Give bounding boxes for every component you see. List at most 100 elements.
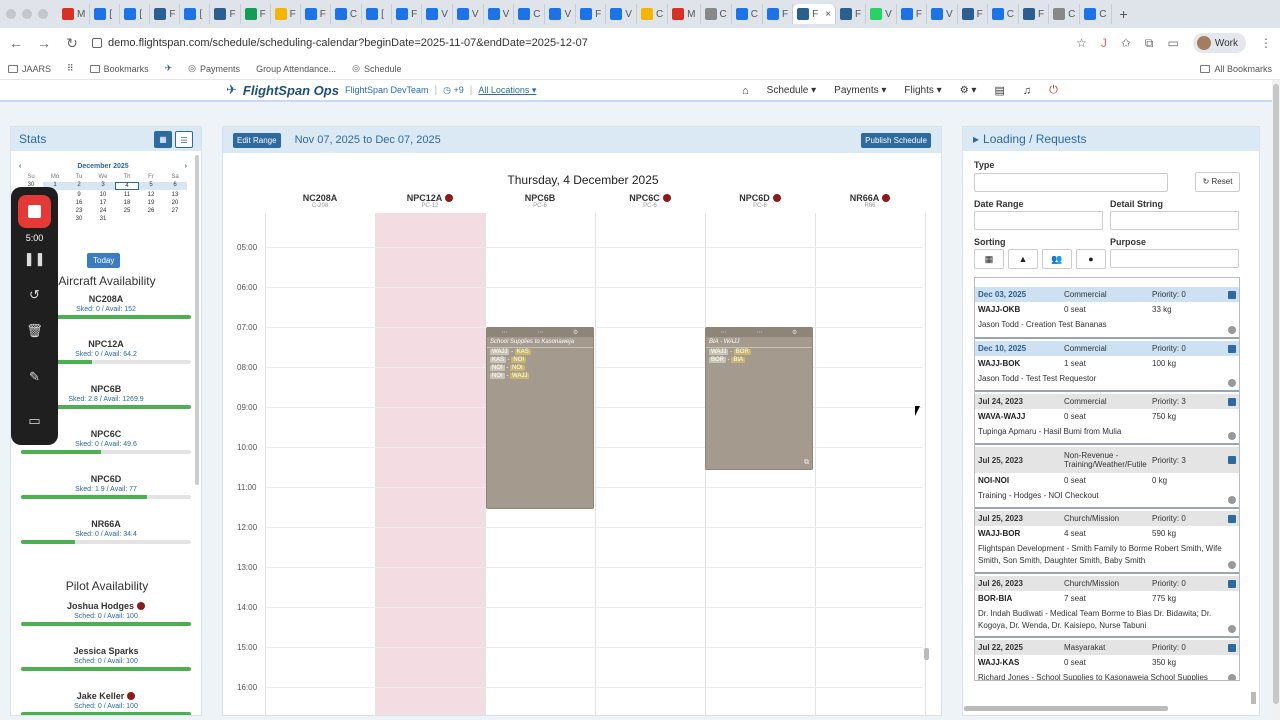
- request-card[interactable]: Dec 03, 2025 Commercial Priority: 0 WAJJ-OK…: [975, 287, 1239, 339]
- stats-scrollbar[interactable]: [195, 155, 199, 485]
- camera-icon[interactable]: ▭: [11, 413, 58, 429]
- calendar-day[interactable]: 31: [91, 216, 115, 222]
- open-external-icon[interactable]: ⧉: [804, 459, 809, 467]
- calendar-day[interactable]: 20: [163, 200, 187, 206]
- stop-recording-button[interactable]: [18, 195, 51, 228]
- calendar-day[interactable]: 17: [91, 200, 115, 206]
- browser-tab[interactable]: C: [988, 4, 1019, 24]
- calendar-day[interactable]: 23: [67, 208, 91, 214]
- request-card[interactable]: Jul 25, 2023 Non-Revenue - Training/Weath…: [975, 447, 1239, 509]
- browser-tab[interactable]: F: [763, 4, 794, 24]
- menu-payments[interactable]: Payments ▾: [834, 85, 886, 96]
- sort-people-icon[interactable]: 👥: [1042, 249, 1072, 269]
- browser-tab[interactable]: C: [514, 4, 546, 24]
- browser-tab[interactable]: F: [271, 4, 301, 24]
- sort-calendar-icon[interactable]: ▦: [974, 249, 1004, 269]
- request-checkbox[interactable]: [1228, 344, 1236, 353]
- browser-tab[interactable]: C: [732, 4, 763, 24]
- app-brand[interactable]: FlightSpan Ops: [243, 83, 339, 98]
- browser-tab[interactable]: M: [58, 4, 91, 24]
- request-card[interactable]: Jul 25, 2023 Church/Mission Priority: 0 WAJ…: [975, 511, 1239, 574]
- bookmark-bookmarks[interactable]: Bookmarks: [89, 64, 149, 74]
- browser-tab[interactable]: [: [120, 4, 151, 24]
- browser-tab[interactable]: [: [180, 4, 211, 24]
- aircraft-column-header[interactable]: NPC6D PC-6: [705, 193, 815, 209]
- apps-icon[interactable]: ⠿: [67, 63, 74, 74]
- calendar-day[interactable]: [163, 216, 187, 222]
- requests-horizontal-scrollbar[interactable]: [964, 706, 1168, 711]
- draw-icon[interactable]: ✎: [11, 369, 58, 385]
- edit-range-button[interactable]: Edit Range: [233, 132, 281, 148]
- locations-dropdown[interactable]: All Locations ▾: [478, 85, 536, 96]
- flight-event[interactable]: ⋯ ⋯ ⚙ School Supplies to Kasonaweja WAJJ -…: [486, 327, 594, 509]
- request-checkbox[interactable]: [1228, 579, 1236, 588]
- today-button[interactable]: Today: [87, 253, 121, 268]
- info-icon[interactable]: [1228, 674, 1236, 680]
- browser-tab[interactable]: [: [362, 4, 393, 24]
- close-tab-icon[interactable]: ×: [825, 9, 831, 20]
- sidebar-icon[interactable]: ▭: [1168, 36, 1179, 50]
- request-checkbox[interactable]: [1228, 643, 1236, 652]
- new-tab-button[interactable]: +: [1120, 6, 1128, 22]
- calendar-day[interactable]: 26: [139, 208, 163, 214]
- browser-tab[interactable]: [: [90, 4, 121, 24]
- bookmark-payments[interactable]: ◎ Payments: [188, 63, 240, 74]
- flightspan-logo-icon[interactable]: ✈: [226, 82, 237, 98]
- availability-item[interactable]: Jake Keller Sched: 0 / Avail: 100: [21, 691, 191, 715]
- reset-button[interactable]: ↻ Reset: [1195, 172, 1240, 192]
- calendar-scrollbar[interactable]: [924, 648, 929, 660]
- bookmark-group-attendance[interactable]: Group Attendance...: [256, 64, 336, 74]
- request-card[interactable]: Jul 26, 2023 Church/Mission Priority: 0 BOR…: [975, 576, 1239, 638]
- request-checkbox[interactable]: [1228, 456, 1236, 464]
- browser-tab[interactable]: C: [701, 4, 732, 24]
- browser-tab[interactable]: F: [392, 4, 423, 24]
- event-toolbar[interactable]: ⋯ ⋯ ⚙: [487, 328, 593, 337]
- site-info-icon[interactable]: [92, 38, 102, 48]
- availability-item[interactable]: Joshua Hodges Sched: 0 / Avail: 100: [21, 601, 191, 626]
- reload-icon[interactable]: ↻: [64, 35, 80, 52]
- browser-tab[interactable]: F: [301, 4, 331, 24]
- type-input[interactable]: [974, 173, 1168, 192]
- browser-tab[interactable]: V: [606, 4, 637, 24]
- menu-schedule[interactable]: Schedule ▾: [767, 85, 817, 96]
- browser-tab[interactable]: V: [484, 4, 515, 24]
- browser-tab[interactable]: F: [150, 4, 181, 24]
- request-card[interactable]: Jul 24, 2023 Commercial Priority: 3 WAVA-WA…: [975, 394, 1239, 445]
- availability-item[interactable]: NPC6D Sked: 1.9 / Avail: 77: [21, 474, 191, 499]
- calendar-day[interactable]: 25: [115, 208, 139, 214]
- menu-settings[interactable]: ⚙ ▾: [960, 85, 977, 96]
- calendar-day[interactable]: 11: [115, 192, 139, 198]
- browser-tab[interactable]: F: [576, 4, 607, 24]
- info-icon[interactable]: [1228, 432, 1236, 440]
- calendar-day[interactable]: 4: [115, 182, 139, 190]
- request-list[interactable]: Dec 03, 2025 Commercial Priority: 0 WAJJ-OK…: [974, 277, 1240, 681]
- availability-item[interactable]: Jessica Sparks Sched: 0 / Avail: 100: [21, 646, 191, 671]
- browser-tab[interactable]: F: [1019, 4, 1050, 24]
- page-scrollbar[interactable]: [1272, 80, 1280, 720]
- info-icon[interactable]: [1228, 561, 1236, 569]
- calendar-day[interactable]: 13: [163, 192, 187, 198]
- browser-tab[interactable]: C: [1080, 4, 1112, 24]
- browser-tab[interactable]: V: [927, 4, 958, 24]
- window-controls[interactable]: [6, 9, 48, 19]
- detail-string-input[interactable]: [1110, 211, 1239, 230]
- calendar-day[interactable]: 27: [163, 208, 187, 214]
- extension-icon[interactable]: J: [1101, 36, 1107, 50]
- bookmark-jaars[interactable]: JAARS: [8, 64, 51, 74]
- browser-tab[interactable]: V: [545, 4, 577, 24]
- browser-tab[interactable]: F: [958, 4, 988, 24]
- browser-tab[interactable]: C: [331, 4, 363, 24]
- month-label[interactable]: December 2025: [77, 163, 128, 170]
- extensions-puzzle-icon[interactable]: ⧉: [1145, 36, 1154, 51]
- calendar-day[interactable]: 19: [139, 200, 163, 206]
- calendar-day[interactable]: 6: [163, 182, 187, 190]
- prev-month-icon[interactable]: ‹: [19, 163, 21, 170]
- bell-icon[interactable]: ♫: [1023, 85, 1031, 97]
- request-card[interactable]: Jul 22, 2025 Masyarakat Priority: 0 WAJJ-KA…: [975, 640, 1239, 680]
- aircraft-column-header[interactable]: NPC12A PC-12: [375, 193, 485, 209]
- calendar-day[interactable]: 10: [91, 192, 115, 198]
- purpose-input[interactable]: [1110, 249, 1239, 268]
- browser-tab[interactable]: F: [210, 4, 241, 24]
- aircraft-column-header[interactable]: NPC6B PC-6: [485, 193, 595, 209]
- sort-priority-icon[interactable]: ●: [1076, 249, 1106, 269]
